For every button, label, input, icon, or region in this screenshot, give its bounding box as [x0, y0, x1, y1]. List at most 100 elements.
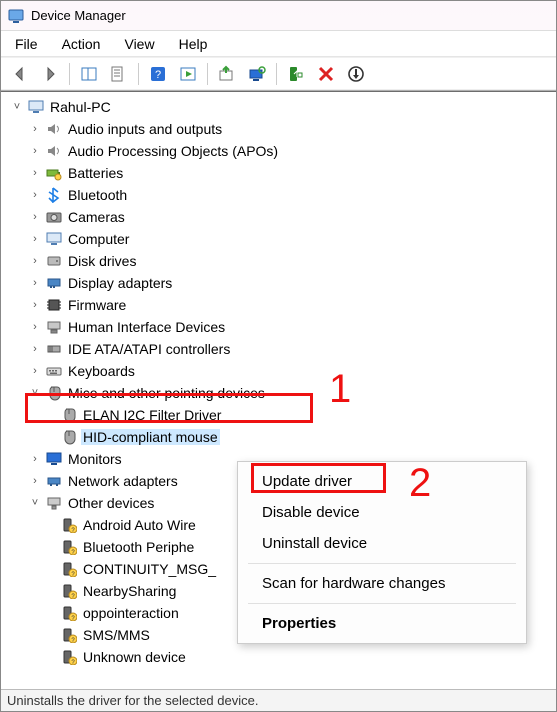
unknown-device-icon: ? [60, 538, 78, 556]
gpu-icon [45, 274, 63, 292]
toolbar: ? [1, 57, 556, 91]
tree-item-cameras[interactable]: › Cameras [1, 206, 556, 228]
unknown-device-icon: ? [60, 560, 78, 578]
computer-icon [45, 230, 63, 248]
computer-icon [27, 98, 45, 116]
tree-item-display-adapters[interactable]: › Display adapters [1, 272, 556, 294]
enable-device-button[interactable] [283, 61, 309, 87]
context-update-driver[interactable]: Update driver [238, 466, 526, 497]
chip-icon [45, 296, 63, 314]
tree-label: SMS/MMS [81, 627, 152, 643]
expand-icon[interactable]: › [28, 320, 42, 334]
context-scan-hardware[interactable]: Scan for hardware changes [238, 568, 526, 599]
expand-icon[interactable]: › [28, 254, 42, 268]
tree-label: Cameras [66, 209, 127, 225]
tree-label: Other devices [66, 495, 156, 511]
speaker-icon [45, 120, 63, 138]
tree-item-ide[interactable]: ›IDE ATA/ATAPI controllers [1, 338, 556, 360]
speaker-icon [45, 142, 63, 160]
window-title: Device Manager [31, 8, 126, 23]
tree-label: Unknown device [81, 649, 188, 665]
help-button[interactable]: ? [145, 61, 171, 87]
context-properties[interactable]: Properties [238, 608, 526, 639]
action-button[interactable] [175, 61, 201, 87]
unknown-device-icon: ? [60, 582, 78, 600]
expand-icon[interactable]: › [28, 452, 42, 466]
tree-label: Monitors [66, 451, 124, 467]
unknown-device-icon: ? [60, 604, 78, 622]
menu-help[interactable]: Help [169, 34, 218, 54]
properties-button[interactable] [106, 61, 132, 87]
tree-label: NearbySharing [81, 583, 178, 599]
tree-label: CONTINUITY_MSG_ [81, 561, 218, 577]
tree-item-bluetooth[interactable]: › Bluetooth [1, 184, 556, 206]
tree-label: Computer [66, 231, 131, 247]
expand-icon[interactable]: › [28, 122, 42, 136]
disk-icon [45, 252, 63, 270]
collapse-icon[interactable]: ˅ [28, 496, 42, 510]
expand-icon[interactable]: › [28, 166, 42, 180]
tree-item-disk-drives[interactable]: › Disk drives [1, 250, 556, 272]
update-driver-button[interactable] [214, 61, 240, 87]
app-icon [7, 7, 25, 25]
context-menu: Update driver Disable device Uninstall d… [237, 461, 527, 644]
back-button[interactable] [7, 61, 33, 87]
menu-action[interactable]: Action [52, 34, 111, 54]
tree-label: Batteries [66, 165, 125, 181]
titlebar: Device Manager [1, 1, 556, 31]
tree-item-audio-apo[interactable]: ›Audio Processing Objects (APOs) [1, 140, 556, 162]
tree-item-elan[interactable]: ELAN I2C Filter Driver [1, 404, 556, 426]
expand-icon[interactable]: › [28, 188, 42, 202]
device-manager-window: Device Manager File Action View Help ? ˅ [0, 0, 557, 712]
collapse-icon[interactable]: ˅ [28, 386, 42, 400]
expand-icon[interactable]: › [28, 232, 42, 246]
toolbar-separator [276, 63, 277, 85]
tree-item-hid-mouse[interactable]: HID-compliant mouse [1, 426, 556, 448]
tree-label: Bluetooth [66, 187, 129, 203]
tree-item-keyboards[interactable]: ›Keyboards [1, 360, 556, 382]
expand-icon[interactable]: › [28, 342, 42, 356]
expand-icon[interactable]: › [28, 210, 42, 224]
toolbar-separator [207, 63, 208, 85]
mouse-icon [60, 406, 78, 424]
tree-item-firmware[interactable]: ›Firmware [1, 294, 556, 316]
menu-file[interactable]: File [5, 34, 48, 54]
statusbar: Uninstalls the driver for the selected d… [1, 689, 556, 711]
tree-label: Disk drives [66, 253, 138, 269]
expand-icon[interactable]: › [28, 276, 42, 290]
tree-item-audio-io[interactable]: ›Audio inputs and outputs [1, 118, 556, 140]
tree-label: Bluetooth Periphe [81, 539, 196, 555]
tree-item-batteries[interactable]: › Batteries [1, 162, 556, 184]
uninstall-device-button[interactable] [313, 61, 339, 87]
forward-button[interactable] [37, 61, 63, 87]
tree-label: Display adapters [66, 275, 174, 291]
expand-icon[interactable]: › [28, 298, 42, 312]
tree-label: ELAN I2C Filter Driver [81, 407, 223, 423]
tree-label: HID-compliant mouse [81, 429, 220, 445]
context-uninstall-device[interactable]: Uninstall device [238, 528, 526, 559]
expand-icon[interactable]: › [28, 474, 42, 488]
mouse-icon [60, 428, 78, 446]
battery-icon [45, 164, 63, 182]
context-disable-device[interactable]: Disable device [238, 497, 526, 528]
toolbar-separator [138, 63, 139, 85]
menu-view[interactable]: View [114, 34, 164, 54]
camera-icon [45, 208, 63, 226]
mouse-icon [45, 384, 63, 402]
tree-label: Rahul-PC [48, 99, 113, 115]
disable-device-button[interactable] [343, 61, 369, 87]
hid-icon [45, 318, 63, 336]
expand-icon[interactable]: › [28, 364, 42, 378]
tree-root[interactable]: ˅ Rahul-PC [1, 96, 556, 118]
tree-label: oppointeraction [81, 605, 181, 621]
scan-hardware-button[interactable] [244, 61, 270, 87]
tree-item-mice[interactable]: ˅Mice and other pointing devices [1, 382, 556, 404]
tree-item-computer[interactable]: › Computer [1, 228, 556, 250]
tree-item-hid[interactable]: › Human Interface Devices [1, 316, 556, 338]
tree-label: Human Interface Devices [66, 319, 227, 335]
statusbar-text: Uninstalls the driver for the selected d… [7, 693, 258, 708]
expand-icon[interactable]: › [28, 144, 42, 158]
show-hide-tree-button[interactable] [76, 61, 102, 87]
tree-item-unknown[interactable]: ?Unknown device [1, 646, 556, 668]
expand-icon[interactable]: ˅ [10, 100, 24, 114]
